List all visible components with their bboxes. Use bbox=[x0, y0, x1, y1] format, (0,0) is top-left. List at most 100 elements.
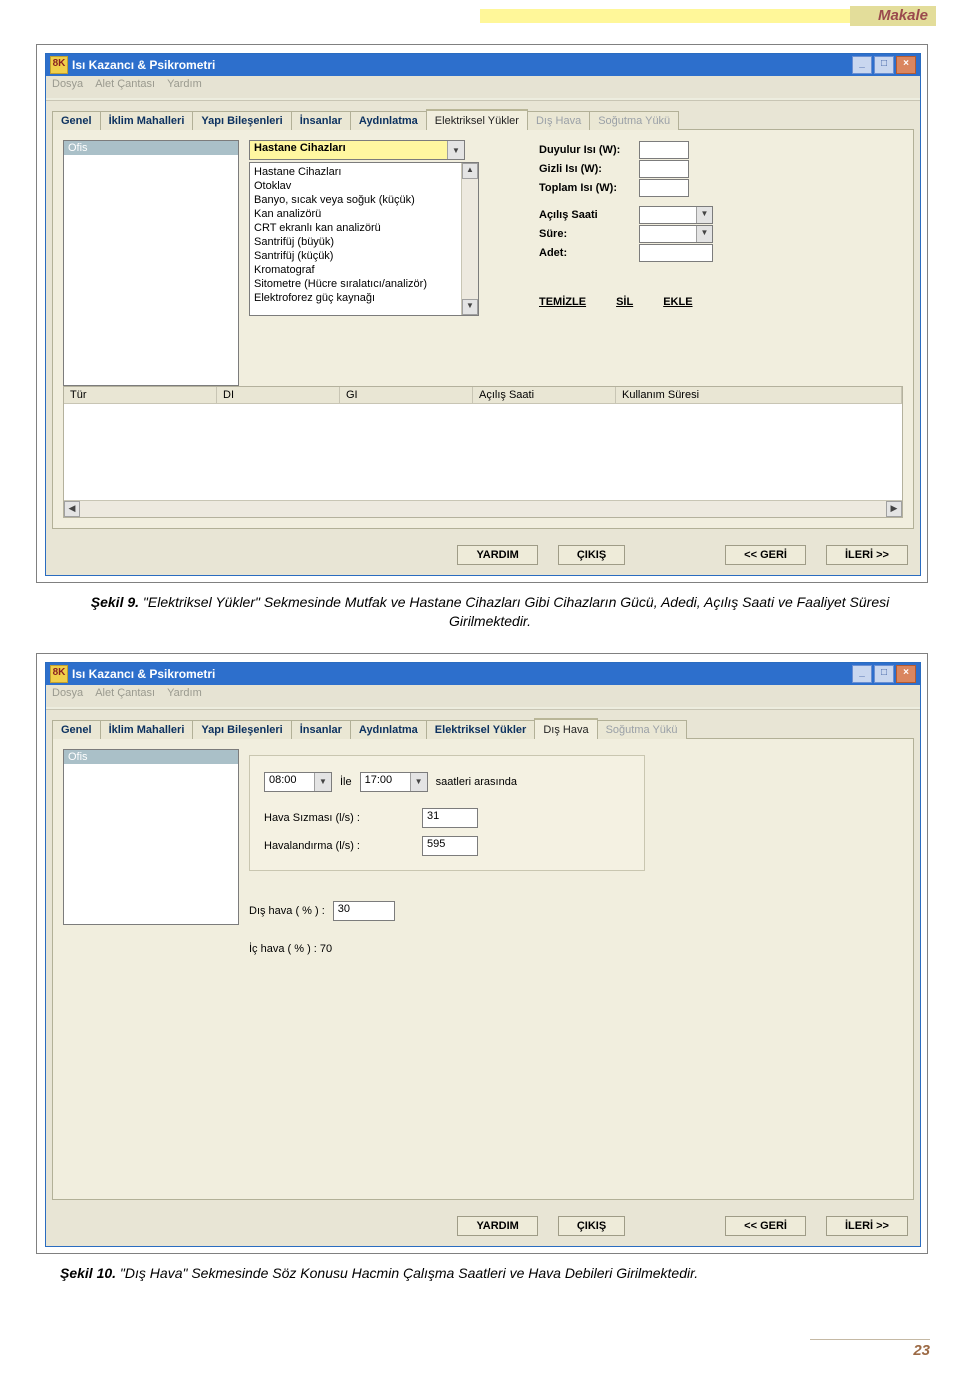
delete-button[interactable]: SİL bbox=[616, 296, 633, 308]
room-list[interactable]: Ofis bbox=[63, 749, 239, 925]
dis-hava-label: Dış hava ( % ) : bbox=[249, 905, 325, 917]
sizma-input[interactable]: 31 bbox=[422, 808, 478, 828]
bottom-bar: YARDIM ÇIKIŞ << GERİ İLERİ >> bbox=[46, 1208, 920, 1246]
tab-aydinlatma[interactable]: Aydınlatma bbox=[350, 720, 427, 739]
tab-yapi-bilesenleri[interactable]: Yapı Bileşenleri bbox=[192, 111, 291, 130]
figure-9-caption: Şekil 9. "Elektriksel Yükler" Sekmesinde… bbox=[60, 593, 920, 631]
caption-text: "Elektriksel Yükler" Sekmesinde Mutfak v… bbox=[139, 594, 889, 629]
exit-button[interactable]: ÇIKIŞ bbox=[558, 1216, 625, 1236]
tab-content: Ofis Hastane Cihazları ▼ Hastane Cihazla… bbox=[52, 129, 914, 529]
maximize-button[interactable]: □ bbox=[874, 665, 894, 683]
tab-dis-hava[interactable]: Dış Hava bbox=[527, 111, 590, 130]
scroll-right-icon[interactable]: ▶ bbox=[886, 501, 902, 517]
tab-insanlar[interactable]: İnsanlar bbox=[291, 720, 351, 739]
ile-label: İle bbox=[340, 776, 352, 788]
scroll-up-icon[interactable]: ▲ bbox=[462, 163, 478, 179]
list-item[interactable]: Hastane Cihazları bbox=[254, 165, 478, 179]
help-button[interactable]: YARDIM bbox=[457, 545, 537, 565]
room-list-selected: Ofis bbox=[64, 141, 238, 155]
back-button[interactable]: << GERİ bbox=[725, 1216, 806, 1236]
tab-insanlar[interactable]: İnsanlar bbox=[291, 111, 351, 130]
list-item[interactable]: Kromatograf bbox=[254, 263, 478, 277]
list-item[interactable]: CRT ekranlı kan analizörü bbox=[254, 221, 478, 235]
device-group-combo[interactable]: Hastane Cihazları ▼ bbox=[249, 140, 465, 160]
tab-sogutma-yuku[interactable]: Soğutma Yükü bbox=[597, 720, 687, 739]
next-button[interactable]: İLERİ >> bbox=[826, 545, 908, 565]
tab-dis-hava[interactable]: Dış Hava bbox=[534, 718, 597, 739]
chevron-down-icon: ▼ bbox=[410, 773, 427, 791]
acilis-combo[interactable]: ▼ bbox=[639, 206, 713, 224]
close-button[interactable]: × bbox=[896, 665, 916, 683]
time-from-value: 08:00 bbox=[265, 773, 314, 791]
window-title-bar: 8K Isı Kazancı & Psikrometri _ □ × bbox=[46, 663, 920, 685]
sure-combo[interactable]: ▼ bbox=[639, 225, 713, 243]
page-number: 23 bbox=[810, 1339, 930, 1359]
time-to-combo[interactable]: 17:00 ▼ bbox=[360, 772, 428, 792]
tab-iklim-mahalleri[interactable]: İklim Mahalleri bbox=[100, 720, 194, 739]
adet-label: Adet: bbox=[539, 247, 639, 259]
exit-button[interactable]: ÇIKIŞ bbox=[558, 545, 625, 565]
device-list[interactable]: Hastane Cihazları Otoklav Banyo, sıcak v… bbox=[249, 162, 479, 316]
duyulur-input[interactable] bbox=[639, 141, 689, 159]
acilis-label: Açılış Saati bbox=[539, 209, 639, 221]
window-title: Isı Kazancı & Psikrometri bbox=[72, 58, 852, 72]
sizma-value: 31 bbox=[423, 809, 477, 827]
clear-button[interactable]: TEMİZLE bbox=[539, 296, 586, 308]
add-button[interactable]: EKLE bbox=[663, 296, 692, 308]
ic-hava-label: İç hava ( % ) : 70 bbox=[249, 943, 332, 955]
adet-input[interactable] bbox=[639, 244, 713, 262]
menu-yardim[interactable]: Yardım bbox=[167, 687, 202, 705]
tab-strip: Genel İklim Mahalleri Yapı Bileşenleri İ… bbox=[46, 710, 920, 738]
menu-dosya[interactable]: Dosya bbox=[52, 687, 83, 705]
tab-strip: Genel İklim Mahalleri Yapı Bileşenleri İ… bbox=[46, 101, 920, 129]
next-button[interactable]: İLERİ >> bbox=[826, 1216, 908, 1236]
article-banner: Makale bbox=[480, 6, 936, 26]
havalandirma-input[interactable]: 595 bbox=[422, 836, 478, 856]
dis-hava-input[interactable]: 30 bbox=[333, 901, 395, 921]
menu-yardim[interactable]: Yardım bbox=[167, 78, 202, 96]
minimize-button[interactable]: _ bbox=[852, 56, 872, 74]
scroll-down-icon[interactable]: ▼ bbox=[462, 299, 478, 315]
device-table: Tür DI GI Açılış Saati Kullanım Süresi ◀… bbox=[63, 386, 903, 518]
list-item[interactable]: Santrifüj (küçük) bbox=[254, 249, 478, 263]
list-item[interactable]: Sitometre (Hücre sıralatıcı/analizör) bbox=[254, 277, 478, 291]
room-list[interactable]: Ofis bbox=[63, 140, 239, 386]
col-kullanim: Kullanım Süresi bbox=[616, 387, 902, 404]
chevron-down-icon: ▼ bbox=[314, 773, 331, 791]
maximize-button[interactable]: □ bbox=[874, 56, 894, 74]
help-button[interactable]: YARDIM bbox=[457, 1216, 537, 1236]
toplam-input[interactable] bbox=[639, 179, 689, 197]
menu-dosya[interactable]: Dosya bbox=[52, 78, 83, 96]
listbox-scrollbar[interactable]: ▲ ▼ bbox=[461, 163, 478, 315]
scroll-left-icon[interactable]: ◀ bbox=[64, 501, 80, 517]
tab-genel[interactable]: Genel bbox=[52, 111, 101, 130]
list-item[interactable]: Santrifüj (büyük) bbox=[254, 235, 478, 249]
list-item[interactable]: Kan analizörü bbox=[254, 207, 478, 221]
caption-number: Şekil 9. bbox=[91, 594, 139, 610]
tab-genel[interactable]: Genel bbox=[52, 720, 101, 739]
figure-10-caption: Şekil 10. "Dış Hava" Sekmesinde Söz Konu… bbox=[60, 1264, 920, 1283]
back-button[interactable]: << GERİ bbox=[725, 545, 806, 565]
list-item[interactable]: Banyo, sıcak veya soğuk (küçük) bbox=[254, 193, 478, 207]
gizli-input[interactable] bbox=[639, 160, 689, 178]
list-item[interactable]: Otoklav bbox=[254, 179, 478, 193]
col-di: DI bbox=[217, 387, 340, 404]
list-item[interactable]: Elektroforez güç kaynağı bbox=[254, 291, 478, 305]
table-hscroll[interactable]: ◀ ▶ bbox=[64, 500, 902, 517]
tab-elektriksel-yukler[interactable]: Elektriksel Yükler bbox=[426, 109, 528, 130]
tab-aydinlatma[interactable]: Aydınlatma bbox=[350, 111, 427, 130]
menu-alet-cantasi[interactable]: Alet Çantası bbox=[95, 78, 155, 96]
banner-label: Makale bbox=[850, 6, 936, 26]
close-button[interactable]: × bbox=[896, 56, 916, 74]
minimize-button[interactable]: _ bbox=[852, 665, 872, 683]
tab-elektriksel-yukler[interactable]: Elektriksel Yükler bbox=[426, 720, 536, 739]
menu-alet-cantasi[interactable]: Alet Çantası bbox=[95, 687, 155, 705]
time-to-value: 17:00 bbox=[361, 773, 410, 791]
tab-yapi-bilesenleri[interactable]: Yapı Bileşenleri bbox=[192, 720, 291, 739]
tab-sogutma-yuku[interactable]: Soğutma Yükü bbox=[589, 111, 679, 130]
time-from-combo[interactable]: 08:00 ▼ bbox=[264, 772, 332, 792]
sizma-label: Hava Sızması (l/s) : bbox=[264, 812, 414, 824]
chevron-down-icon: ▼ bbox=[447, 141, 464, 159]
tab-iklim-mahalleri[interactable]: İklim Mahalleri bbox=[100, 111, 194, 130]
caption-text: "Dış Hava" Sekmesinde Söz Konusu Hacmin … bbox=[116, 1265, 698, 1281]
